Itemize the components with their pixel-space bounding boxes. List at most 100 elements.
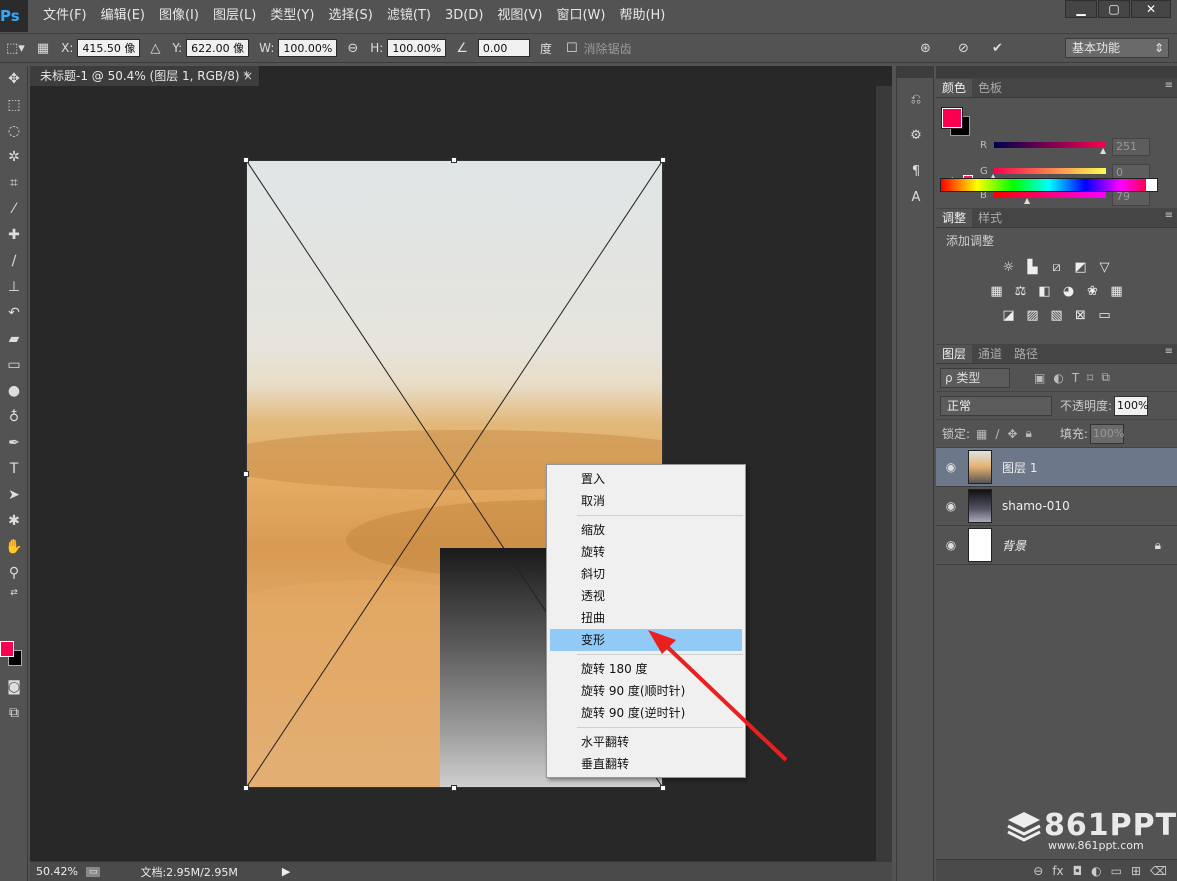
menu-item-warp[interactable]: 变形 [550,629,742,651]
levels-icon[interactable]: ▙ [1024,259,1042,277]
r-slider-thumb[interactable]: ▲ [1100,146,1106,155]
menu-3d[interactable]: 3D(D) [438,0,490,32]
eyedropper-tool-icon[interactable]: ⁄ [0,196,28,222]
layer-name[interactable]: 图层 1 [1002,459,1037,476]
eye-icon[interactable]: ◉ [936,538,966,552]
menu-item-flip-horizontal[interactable]: 水平翻转 [547,731,745,753]
history-panel-icon[interactable]: ⎌ [897,86,935,112]
color-lookup-icon[interactable]: ▦ [1108,283,1126,301]
add-mask-icon[interactable]: ◘ [1073,864,1083,878]
status-menu-arrow-icon[interactable]: ▶ [282,865,290,878]
layer-name[interactable]: 背景 [1002,537,1026,554]
blend-mode-select[interactable]: 正常 [940,395,1052,416]
lock-pixels-icon[interactable]: ∕ [995,427,999,441]
delete-layer-icon[interactable]: ⌫ [1150,864,1167,878]
panel-menu-icon[interactable]: ≡ [1165,80,1173,91]
quick-mask-icon[interactable]: ◙ [0,674,28,700]
new-group-icon[interactable]: ▭ [1111,864,1122,878]
transform-handle[interactable] [243,471,249,477]
tab-color[interactable]: 颜色 [936,79,973,97]
pen-tool-icon[interactable]: ✒ [0,430,28,456]
h-input[interactable]: 100.00% [387,39,447,57]
menu-image[interactable]: 图像(I) [152,0,206,32]
menu-item-scale[interactable]: 缩放 [547,519,745,541]
brush-tool-icon[interactable]: ∕ [0,248,28,274]
filter-smart-object-icon[interactable]: ⧉ [1101,370,1110,385]
x-input[interactable]: 415.50 像 [77,39,141,57]
black-white-icon[interactable]: ◧ [1036,283,1054,301]
layer-filter-select[interactable]: ρ 类型 [940,367,1010,388]
posterize-icon[interactable]: ▨ [1024,307,1042,325]
cancel-transform-icon[interactable]: ⊘ [958,41,969,56]
close-tab-icon[interactable]: × [243,66,253,86]
foreground-color-swatch[interactable] [941,107,963,129]
tab-adjustments[interactable]: 调整 [936,209,973,227]
zoom-level[interactable]: 50.42% [36,865,78,878]
transform-handle[interactable] [243,157,249,163]
y-input[interactable]: 622.00 像 [186,39,250,57]
menu-item-skew[interactable]: 斜切 [547,563,745,585]
menu-view[interactable]: 视图(V) [490,0,549,32]
angle-input[interactable]: 0.00 [477,39,530,57]
warp-mode-icon[interactable]: ⊛ [920,41,931,56]
maximize-button[interactable]: ▢ [1098,0,1130,18]
delta-icon[interactable]: △ [150,41,160,56]
minimize-button[interactable]: ▁ [1065,0,1097,18]
b-slider-thumb[interactable]: ▲ [1024,196,1030,205]
new-adjustment-icon[interactable]: ◐ [1091,864,1101,878]
threshold-icon[interactable]: ▧ [1048,307,1066,325]
invert-icon[interactable]: ◪ [1000,307,1018,325]
healing-brush-tool-icon[interactable]: ✚ [0,222,28,248]
magic-wand-tool-icon[interactable]: ✲ [0,144,28,170]
menu-item-cancel[interactable]: 取消 [547,490,745,512]
close-button[interactable]: ✕ [1131,0,1171,18]
properties-panel-icon[interactable]: ⚙ [897,122,935,148]
fill-input[interactable]: 100% [1089,423,1124,444]
menu-file[interactable]: 文件(F) [36,0,94,32]
lasso-tool-icon[interactable]: ◌ [0,118,28,144]
tab-layers[interactable]: 图层 [936,345,973,363]
blur-tool-icon[interactable]: ● [0,378,28,404]
menu-filter[interactable]: 滤镜(T) [380,0,438,32]
r-slider[interactable] [994,142,1106,148]
commit-transform-icon[interactable]: ✔ [992,41,1003,56]
character-panel-icon[interactable]: A [897,184,935,210]
lock-position-icon[interactable]: ✥ [1007,427,1017,441]
w-input[interactable]: 100.00% [278,39,338,57]
stamp-tool-icon[interactable]: ⊥ [0,274,28,300]
layer-row[interactable]: ◉ shamo-010 [936,487,1177,526]
menu-item-rotate[interactable]: 旋转 [547,541,745,563]
vibrance-icon[interactable]: ▽ [1096,259,1114,277]
menu-item-rotate-180[interactable]: 旋转 180 度 [547,658,745,680]
brightness-icon[interactable]: ☼ [1000,259,1018,277]
layer-name[interactable]: shamo-010 [1002,499,1070,513]
exposure-icon[interactable]: ◩ [1072,259,1090,277]
filter-pixel-icon[interactable]: ▣ [1034,371,1045,385]
filter-type-icon[interactable]: T [1072,371,1079,385]
eraser-tool-icon[interactable]: ▰ [0,326,28,352]
foreground-color-swatch[interactable] [0,641,14,657]
path-selection-tool-icon[interactable]: ➤ [0,482,28,508]
eye-icon[interactable]: ◉ [936,460,966,474]
color-spectrum-bar[interactable] [940,178,1158,192]
curves-icon[interactable]: ⧄ [1048,259,1066,277]
move-tool-icon[interactable]: ✥ [0,66,28,92]
tab-paths[interactable]: 路径 [1008,345,1044,363]
photo-filter-icon[interactable]: ◕ [1060,283,1078,301]
menu-item-place[interactable]: 置入 [547,468,745,490]
transform-handle[interactable] [451,785,457,791]
panel-menu-icon[interactable]: ≡ [1165,346,1173,357]
new-layer-icon[interactable]: ⊞ [1131,864,1141,878]
vertical-scrollbar[interactable] [876,86,892,862]
type-tool-icon[interactable]: T [0,456,28,482]
link-icon[interactable]: ⊖ [347,41,358,56]
paragraph-panel-icon[interactable]: ¶ [897,158,935,184]
menu-edit[interactable]: 编辑(E) [94,0,152,32]
document-tab[interactable]: 未标题-1 @ 50.4% (图层 1, RGB/8) * × [30,66,260,86]
layer-style-icon[interactable]: fx [1052,864,1063,878]
gradient-map-icon[interactable]: ⊠ [1072,307,1090,325]
layer-row[interactable]: ◉ 图层 1 [936,448,1177,487]
zoom-tool-icon[interactable]: ⚲ [0,560,28,586]
b-slider[interactable] [994,192,1106,198]
hue-saturation-icon[interactable]: ▦ [988,283,1006,301]
